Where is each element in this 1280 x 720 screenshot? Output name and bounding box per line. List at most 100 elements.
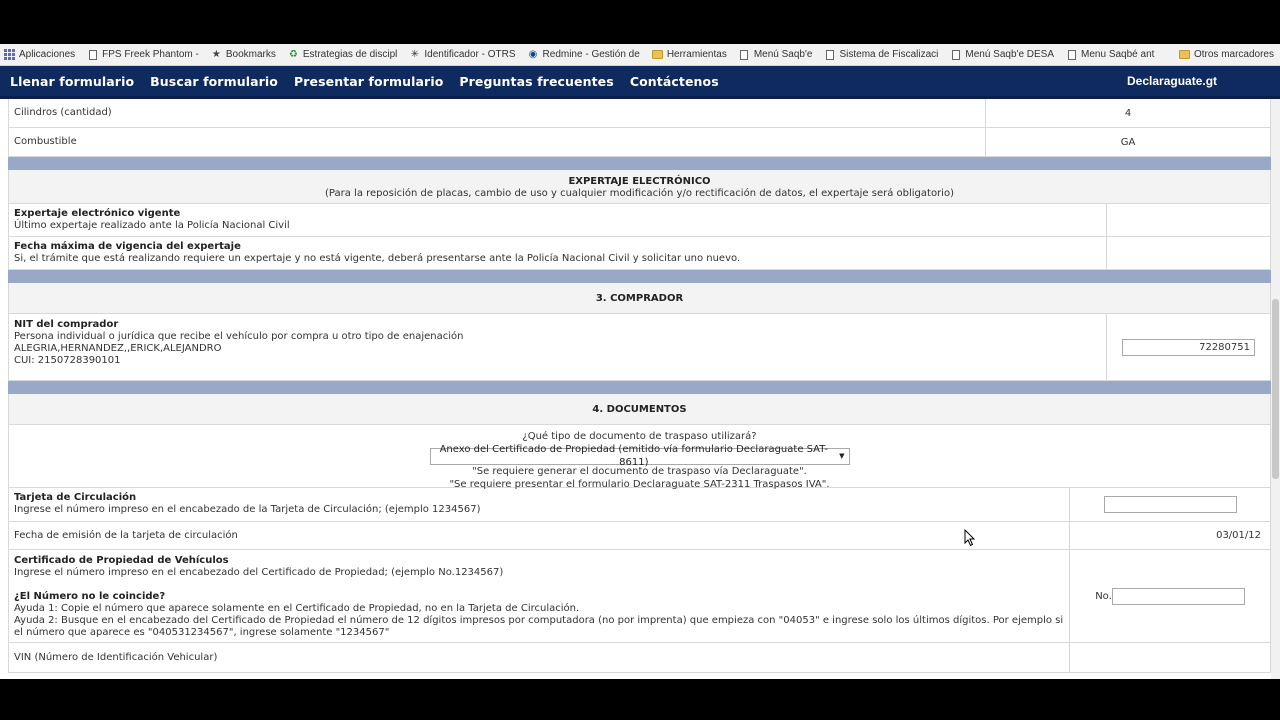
comprador-section-header: 3. COMPRADOR	[8, 283, 1271, 314]
screen-top-bar	[0, 0, 1280, 44]
apps-icon	[4, 49, 15, 60]
bookmark-label: Menu Saqbé ant	[1081, 49, 1155, 60]
expertaje-fecha-title: Fecha máxima de vigencia del expertaje	[14, 241, 241, 252]
page-icon	[1066, 49, 1077, 60]
expertaje-fecha-desc: Si, el trámite que está realizando requi…	[14, 253, 741, 264]
fecha-emision-label: Fecha de emisión de la tarjeta de circul…	[14, 529, 238, 541]
nav-llenar-formulario[interactable]: Llenar formulario	[0, 74, 142, 89]
comprador-name: ALEGRIA,HERNANDEZ,,ERICK,ALEJANDRO	[14, 343, 222, 354]
expertaje-subtitle: (Para la reposición de placas, cambio de…	[325, 188, 954, 199]
bookmark-item[interactable]: ♻ Estrategias de discipl	[284, 44, 406, 65]
nit-comprador-row: NIT del comprador Persona individual o j…	[8, 314, 1271, 381]
nav-preguntas-frecuentes[interactable]: Preguntas frecuentes	[451, 74, 621, 89]
page-icon	[824, 49, 835, 60]
numero-no-coincide-title: ¿El Número no le coincide?	[14, 591, 166, 602]
nit-comprador-cell: NIT del comprador Persona individual o j…	[9, 314, 1106, 380]
bookmark-other-label: Otros marcadores	[1193, 49, 1274, 60]
bookmark-item[interactable]: FPS Freek Phantom -	[83, 44, 207, 65]
cylinders-value: 4	[985, 99, 1270, 127]
star-burst-icon: ✳	[410, 48, 420, 60]
nit-comprador-input[interactable]	[1122, 338, 1255, 356]
bookmark-label: Aplicaciones	[19, 49, 76, 60]
documento-question: ¿Qué tipo de documento de traspaso utili…	[522, 431, 757, 442]
bookmark-item[interactable]: Aplicaciones	[0, 44, 83, 65]
bookmark-item[interactable]: ✳ Identificador - OTRS	[405, 44, 523, 65]
bookmark-item[interactable]: Sistema de Fiscalizaci	[820, 44, 946, 65]
traspaso-form: Cilindros (cantidad) 4 Combustible GA EX…	[8, 99, 1271, 673]
bookmark-item[interactable]: Menú Saqb'e DESA	[946, 44, 1062, 65]
nit-comprador-title: NIT del comprador	[14, 319, 119, 330]
redmine-icon: ◉	[528, 48, 538, 60]
tarjeta-circulacion-row: Tarjeta de Circulación Ingrese el número…	[8, 488, 1271, 522]
expertaje-fecha-value	[1106, 237, 1270, 269]
comprador-cui: CUI: 2150728390101	[14, 355, 121, 366]
certificado-propiedad-cell: Certificado de Propiedad de Vehículos In…	[9, 550, 1069, 642]
no-prefix-label: No.	[1095, 590, 1112, 602]
bookmarks-bar: Aplicaciones FPS Freek Phantom - ★ Bookmark…	[0, 44, 1280, 66]
vin-row: VIN (Número de Identificación Vehicular)	[8, 643, 1271, 673]
bookmark-item[interactable]: Menú Saqb'e	[735, 44, 821, 65]
nav-contactenos[interactable]: Contáctenos	[622, 74, 727, 89]
bookmark-label: Sistema de Fiscalizaci	[839, 49, 939, 60]
folder-icon	[651, 49, 663, 60]
bookmark-label: Menú Saqb'e	[753, 49, 813, 60]
fuel-row: Combustible GA	[8, 128, 1271, 157]
nit-comprador-input-cell	[1106, 314, 1270, 380]
tarjeta-circulacion-cell: Tarjeta de Circulación Ingrese el número…	[9, 488, 1069, 521]
expertaje-fecha-row: Fecha máxima de vigencia del expertaje S…	[8, 237, 1271, 270]
ayuda-2: Ayuda 2: Busque en el encabezado del Cer…	[14, 615, 1064, 638]
cylinders-label: Cilindros (cantidad)	[14, 107, 112, 118]
bookmark-item[interactable]: Menu Saqbé ant	[1062, 44, 1162, 65]
nav-buscar-formulario[interactable]: Buscar formulario	[142, 74, 286, 89]
documento-traspaso-row: ¿Qué tipo de documento de traspaso utili…	[8, 425, 1271, 490]
page-icon	[87, 49, 98, 60]
bookmark-item[interactable]: ★ Bookmarks	[207, 44, 284, 65]
fecha-emision-value: 03/01/12	[1069, 522, 1270, 549]
nit-comprador-desc: Persona individual o jurídica que recibe…	[14, 331, 464, 342]
cylinders-row: Cilindros (cantidad) 4	[8, 99, 1271, 128]
chevron-down-icon: ▼	[839, 451, 845, 460]
bookmark-label: Estrategias de discipl	[302, 49, 398, 60]
bookmark-label: Identificador - OTRS	[424, 49, 516, 60]
bookmark-item[interactable]: Herramientas	[648, 44, 735, 65]
expertaje-vigente-title: Expertaje electrónico vigente	[14, 208, 181, 219]
bookmark-label: Redmine - Gestión de	[542, 49, 640, 60]
brand-logo[interactable]: Declaraguate.gt	[1127, 74, 1217, 88]
certificado-propiedad-row: Certificado de Propiedad de Vehículos In…	[8, 550, 1271, 643]
tarjeta-circulacion-title: Tarjeta de Circulación	[14, 492, 137, 503]
vin-label: VIN (Número de Identificación Vehicular)	[14, 651, 218, 663]
expertaje-fecha-cell: Fecha máxima de vigencia del expertaje S…	[9, 237, 1106, 269]
fuel-label: Combustible	[14, 136, 77, 147]
section-divider	[8, 157, 1271, 170]
bookmark-label: Herramientas	[666, 49, 727, 60]
fuel-value: GA	[985, 128, 1270, 156]
bookmark-label: FPS Freek Phantom -	[102, 49, 199, 60]
bookmark-item[interactable]: ◉ Redmine - Gestión de	[524, 44, 648, 65]
scrollbar-thumb[interactable]	[1272, 299, 1279, 479]
certificado-propiedad-desc: Ingrese el número impreso en el encabeza…	[14, 567, 504, 578]
expertaje-vigente-cell: Expertaje electrónico vigente Último exp…	[9, 204, 1106, 236]
recycle-icon: ♻	[288, 48, 298, 60]
bookmark-other[interactable]: Otros marcadores	[1175, 44, 1280, 65]
expertaje-vigente-value	[1106, 204, 1270, 236]
scrollbar[interactable]	[1271, 99, 1280, 679]
certificado-propiedad-input[interactable]	[1111, 587, 1245, 605]
mouse-cursor-icon	[964, 529, 976, 547]
tarjeta-circulacion-input[interactable]	[1103, 496, 1237, 513]
certificado-propiedad-input-cell: No.	[1069, 550, 1270, 642]
expertaje-vigente-row: Expertaje electrónico vigente Último exp…	[8, 204, 1271, 237]
documento-traspaso-select[interactable]: Anexo del Certificado de Propiedad (emit…	[429, 444, 850, 468]
nav-presentar-formulario[interactable]: Presentar formulario	[286, 74, 451, 89]
tarjeta-circulacion-desc: Ingrese el número impreso en el encabeza…	[14, 504, 481, 515]
vin-value-cell	[1069, 643, 1270, 672]
bookmark-label: Menú Saqb'e DESA	[965, 49, 1055, 60]
documento-note-1: "Se requiere generar el documento de tra…	[472, 465, 807, 477]
documentos-section-header: 4. DOCUMENTOS	[8, 394, 1271, 425]
expertaje-vigente-desc: Último expertaje realizado ante la Polic…	[14, 220, 290, 231]
bookmark-label: Bookmarks	[225, 49, 276, 60]
folder-icon	[1178, 49, 1190, 60]
section-divider	[8, 270, 1271, 283]
star-icon: ★	[211, 48, 221, 60]
ayuda-1: Ayuda 1: Copie el número que aparece sol…	[14, 603, 580, 614]
main-navbar: Llenar formulario Buscar formulario Pres…	[0, 66, 1280, 99]
